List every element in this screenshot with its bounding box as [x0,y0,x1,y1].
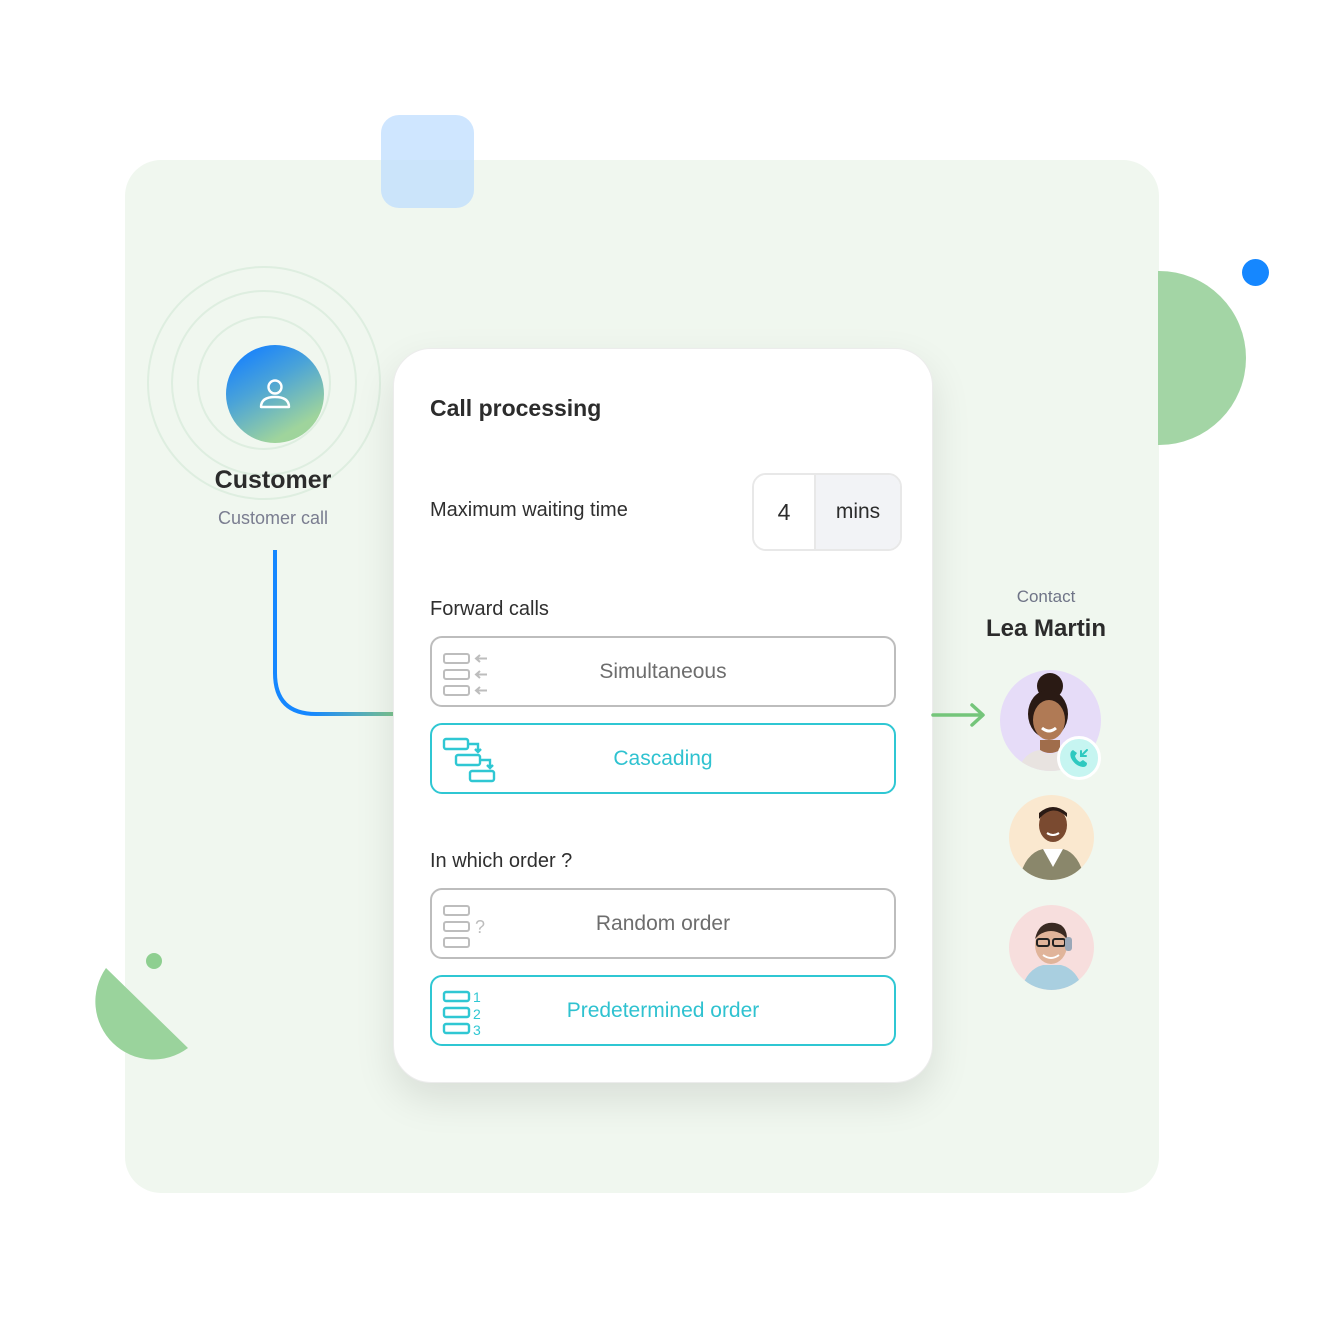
user-icon [259,379,291,409]
option-label: Simultaneous [599,659,727,683]
man-avatar-portrait [1019,807,1085,880]
simultaneous-icon [443,653,487,696]
customer-avatar [226,345,324,443]
svg-text:2: 2 [473,1006,481,1022]
forward-calls-label: Forward calls [430,598,549,620]
arrow-right-icon [931,703,985,727]
headset-man-avatar[interactable] [1009,905,1094,990]
order-label: In which order ? [430,850,573,872]
option-label: Predetermined order [566,998,760,1022]
decorative-square [381,115,474,208]
incoming-call-badge [1057,736,1101,780]
contact-label: Contact [1016,587,1076,606]
option-label: Cascading [613,746,713,770]
option-predetermined-order[interactable]: 1 2 3 Predetermined order [430,975,896,1046]
call-processing-card: Call processing Maximum waiting time 4 m… [393,348,933,1083]
predetermined-order-icon: 1 2 3 [442,989,481,1037]
max-wait-unit: mins [816,475,900,549]
max-wait-input[interactable]: 4 mins [752,473,902,551]
max-wait-label: Maximum waiting time [430,499,628,521]
option-simultaneous[interactable]: Simultaneous [430,636,896,707]
customer-title: Customer [214,466,332,494]
headset-man-avatar-portrait [1021,922,1083,990]
decorative-wedge [95,968,188,1060]
contact-name: Lea Martin [985,615,1107,642]
decorative-half-circle [1158,271,1246,445]
option-cascading[interactable]: Cascading [430,723,896,794]
incoming-call-icon [1070,749,1088,767]
cascading-icon [442,737,496,783]
max-wait-value[interactable]: 4 [754,475,816,549]
man-avatar[interactable] [1009,795,1094,880]
customer-subtitle: Customer call [217,508,329,528]
svg-text:?: ? [475,917,485,937]
random-order-icon: ? [443,905,485,948]
svg-text:1: 1 [473,989,481,1005]
decorative-blue-dot [1242,259,1269,286]
card-title: Call processing [430,395,602,421]
connector-line [273,550,394,716]
option-random-order[interactable]: ? Random order [430,888,896,959]
option-label: Random order [595,911,731,935]
svg-text:3: 3 [473,1022,481,1037]
